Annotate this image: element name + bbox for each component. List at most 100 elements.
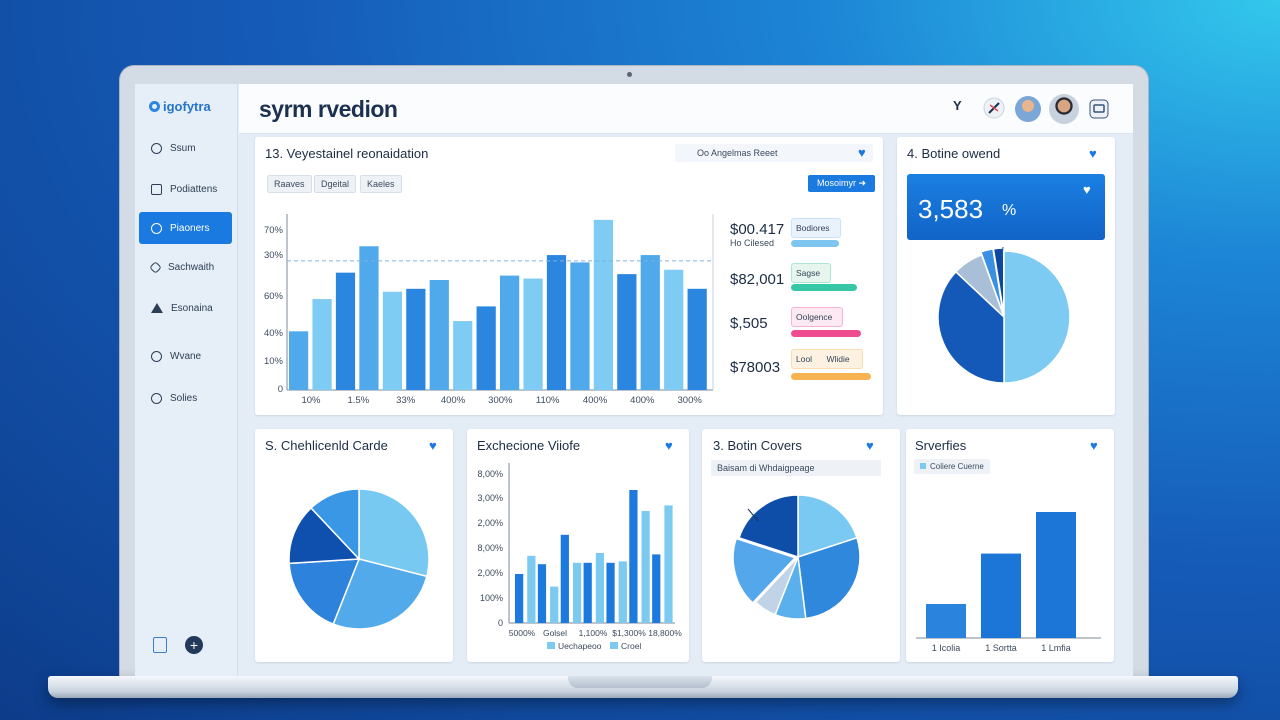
bar bbox=[629, 490, 638, 623]
sidebar-item-label: Solies bbox=[170, 392, 198, 404]
pill-label: Lool bbox=[796, 354, 813, 364]
sidebar-item-ssum[interactable]: Ssum bbox=[139, 132, 232, 164]
x-tick-label: 5000% bbox=[509, 628, 536, 638]
stat-progress-bar bbox=[791, 240, 839, 247]
edit-icon[interactable] bbox=[983, 97, 1005, 119]
sidebar-item-wvane[interactable]: Wvane bbox=[139, 340, 232, 372]
sidebar-footer: + bbox=[153, 636, 203, 654]
bar bbox=[429, 280, 449, 390]
stat-progress-bar bbox=[791, 284, 857, 291]
sidebar: igofytra Ssum Podiattens Piaoners Sachwa… bbox=[135, 84, 238, 676]
bar-card: Srverfies ♥ Coliere Cuerne 1 Icolia 1 Sor… bbox=[906, 429, 1114, 662]
bar bbox=[593, 219, 614, 390]
avatar[interactable] bbox=[1049, 94, 1079, 124]
sidebar-item-solies[interactable]: Solies bbox=[139, 382, 232, 414]
bar bbox=[312, 299, 332, 390]
bar bbox=[606, 562, 615, 623]
bar bbox=[570, 262, 590, 390]
kpi-pie-card: 4. Botine owend ♥ 3,583 % ♥ bbox=[897, 137, 1115, 415]
app-logo[interactable]: igofytra bbox=[149, 99, 211, 114]
bar bbox=[664, 505, 673, 623]
sidebar-item-label: Ssum bbox=[170, 142, 196, 154]
x-tick-label: 110% bbox=[536, 395, 560, 406]
x-tick-label: 18,800% bbox=[648, 628, 682, 638]
circle-icon bbox=[151, 142, 162, 154]
x-tick-label: Golsel bbox=[543, 628, 567, 638]
bar bbox=[515, 574, 524, 623]
sidebar-item-label: Podiattens bbox=[170, 183, 218, 195]
filter-icon bbox=[151, 303, 163, 313]
sidebar-item-podiattens[interactable]: Podiattens bbox=[139, 173, 232, 205]
stat-value: $82,001 bbox=[730, 271, 785, 288]
document-icon[interactable] bbox=[153, 637, 167, 653]
top-bar: syrm rvedion Y bbox=[239, 84, 1133, 134]
bar bbox=[617, 274, 637, 390]
sidebar-item-label: Esonaina bbox=[171, 302, 213, 314]
legend-swatch bbox=[547, 642, 555, 649]
laptop-notch bbox=[568, 676, 712, 688]
sidebar-item-label: Sachwaith bbox=[168, 261, 215, 273]
stat-progress-bar bbox=[791, 330, 861, 337]
legend-label: Uechapeoo bbox=[558, 641, 602, 651]
bar bbox=[382, 291, 403, 390]
bar bbox=[664, 269, 684, 390]
grouped-bar-card: Exchecione Viiofe ♥ 8,00% 3,00% 2,00% 8,00%… bbox=[467, 429, 689, 662]
bar bbox=[546, 255, 567, 390]
x-tick-label: $1,300% bbox=[612, 628, 646, 638]
pie-chart bbox=[732, 494, 861, 620]
bar bbox=[550, 586, 559, 623]
bar bbox=[641, 511, 650, 623]
share-icon bbox=[151, 350, 162, 362]
bar bbox=[583, 562, 592, 623]
sidebar-item-esonaina[interactable]: Esonaina bbox=[139, 292, 232, 324]
bar bbox=[652, 554, 661, 623]
y-tick-label: 100% bbox=[480, 593, 503, 603]
bar bbox=[687, 288, 707, 390]
revenue-card: 13. Veyestainel reonaidation Oo Angelmas… bbox=[255, 137, 883, 415]
add-icon[interactable]: + bbox=[185, 636, 203, 654]
stat-pill: Oolgence bbox=[791, 307, 843, 327]
x-tick-label: 300% bbox=[678, 395, 703, 406]
bar bbox=[926, 603, 966, 638]
x-tick-label: 400% bbox=[441, 395, 466, 406]
stat-pill: Sagse bbox=[791, 263, 831, 283]
x-tick-label: 33% bbox=[396, 395, 416, 406]
avatar[interactable] bbox=[1015, 96, 1041, 122]
message-icon[interactable] bbox=[1089, 99, 1109, 119]
filter-icon[interactable]: Y bbox=[953, 98, 962, 113]
bar bbox=[500, 275, 520, 390]
search-icon bbox=[151, 392, 162, 404]
bar bbox=[359, 246, 379, 390]
bar bbox=[981, 553, 1021, 638]
sidebar-item-sachwaith[interactable]: Sachwaith bbox=[139, 251, 232, 283]
y-tick-label: 0 bbox=[498, 618, 503, 628]
bar bbox=[476, 306, 496, 390]
bar bbox=[1036, 512, 1076, 638]
bar-chart: 70% 30% 60% 40% 10% 0 10% 1.5% 33% 400% 300% 110% 40… bbox=[264, 214, 714, 406]
y-tick-label: 3,00% bbox=[477, 493, 503, 503]
sidebar-item-label: Piaoners bbox=[170, 222, 210, 234]
brand-text: syrm rvedion bbox=[259, 96, 398, 122]
logo-icon bbox=[149, 101, 160, 112]
x-tick-label: 400% bbox=[583, 395, 608, 406]
camera-dot bbox=[627, 72, 632, 77]
legend-label: Croel bbox=[621, 641, 641, 651]
y-tick-label: 40% bbox=[264, 328, 284, 339]
x-tick-label: 10% bbox=[301, 395, 321, 406]
stat-sub: Ho Cilesed bbox=[730, 238, 775, 248]
bar-chart: 8,00% 3,00% 2,00% 8,00% 2,00% 100% 0 5000% Golse… bbox=[477, 463, 682, 651]
sidebar-item-piaoners[interactable]: Piaoners bbox=[139, 212, 232, 244]
legend-swatch bbox=[610, 642, 618, 649]
gear-icon bbox=[149, 260, 162, 274]
page-title: syrm rvedion bbox=[259, 96, 398, 123]
x-tick-label: 400% bbox=[630, 395, 655, 406]
sidebar-item-label: Wvane bbox=[170, 350, 202, 362]
y-tick-label: 0 bbox=[278, 384, 283, 395]
bar bbox=[453, 321, 473, 390]
bar bbox=[527, 555, 536, 623]
logo-text: igofytra bbox=[163, 99, 211, 114]
pie-card-2: 3. Botin Covers ♥ Baisam di Whdaigpeage bbox=[702, 429, 900, 662]
x-tick-label: 1 Lmfia bbox=[1041, 643, 1071, 653]
bar bbox=[640, 255, 660, 390]
bar bbox=[537, 564, 547, 623]
